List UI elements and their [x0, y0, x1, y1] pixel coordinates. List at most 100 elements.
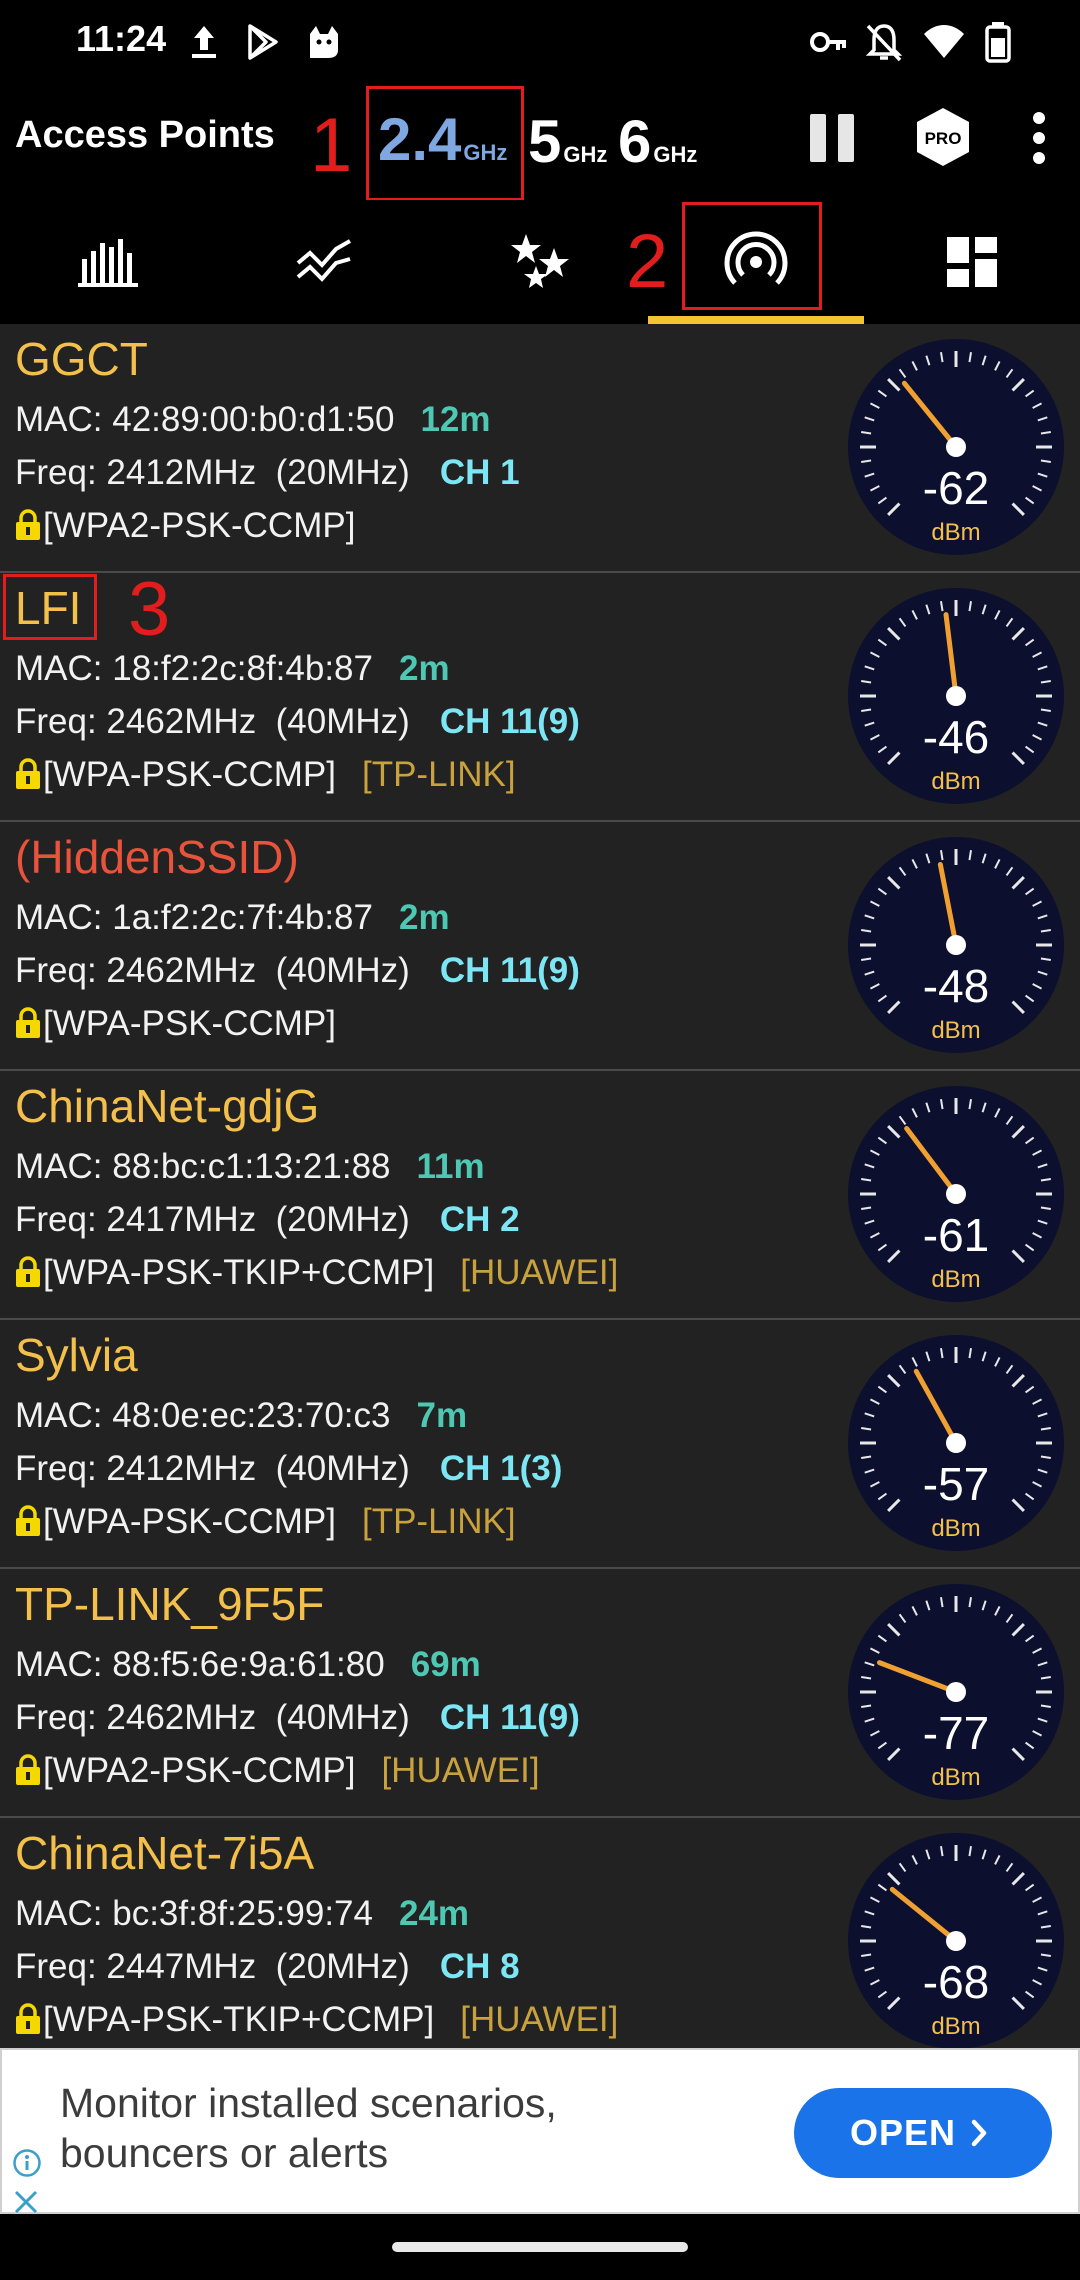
security-line: [WPA-PSK-CCMP] [TP-LINK]: [15, 755, 516, 795]
security-line: [WPA2-PSK-CCMP]: [15, 506, 355, 546]
signal-unit: dBm: [931, 1764, 980, 1791]
vendor: [HUAWEI]: [460, 2000, 619, 2039]
ad-open-button[interactable]: OPEN: [794, 2088, 1052, 2178]
channel: CH 11(9): [439, 951, 580, 990]
tab-bar: 2: [0, 200, 1080, 324]
frequency: Freq: 2412MHz (40MHz): [15, 1449, 410, 1488]
signal-value: -68: [923, 1956, 989, 2008]
mac-line: MAC: 48:0e:ec:23:70:c3 7m: [15, 1396, 467, 1436]
access-point-row[interactable]: ChinaNet-gdjG MAC: 88:bc:c1:13:21:88 11m Fr…: [0, 1071, 1080, 1320]
battery-icon: [976, 20, 1020, 64]
pro-badge[interactable]: PRO: [912, 106, 974, 173]
band-value: 6: [618, 108, 652, 175]
security: [WPA-PSK-TKIP+CCMP]: [43, 2000, 435, 2039]
tab-access-points[interactable]: [648, 200, 864, 324]
frequency: Freq: 2462MHz (40MHz): [15, 951, 410, 990]
frequency: Freq: 2447MHz (20MHz): [15, 1947, 410, 1986]
security-line: [WPA-PSK-CCMP]: [15, 1004, 336, 1044]
mac-address: MAC: 88:f5:6e:9a:61:80: [15, 1645, 385, 1684]
channel: CH 11(9): [439, 702, 580, 741]
annotation-marker-3: 3: [128, 567, 171, 652]
frequency: Freq: 2462MHz (40MHz): [15, 702, 410, 741]
mac-address: MAC: 88:bc:c1:13:21:88: [15, 1147, 391, 1186]
lock-icon: [16, 758, 40, 789]
gauge-hub: [946, 1931, 966, 1951]
channel: CH 11(9): [439, 1698, 580, 1737]
status-bar: 11:24: [0, 0, 1080, 88]
signal-value: -57: [923, 1458, 989, 1510]
tab-channel-rating[interactable]: [432, 200, 648, 324]
access-point-row[interactable]: (HiddenSSID) MAC: 1a:f2:2c:7f:4b:87 2m Freq…: [0, 822, 1080, 1071]
lock-icon: [16, 1505, 40, 1536]
mac-address: MAC: 1a:f2:2c:7f:4b:87: [15, 898, 373, 937]
access-point-row[interactable]: GGCT MAC: 42:89:00:b0:d1:50 12m Freq: 2412M…: [0, 324, 1080, 573]
signal-value: -61: [923, 1209, 989, 1261]
band-unit: GHz: [463, 140, 508, 165]
ad-open-label: OPEN: [849, 2112, 957, 2153]
info-icon[interactable]: [12, 2148, 42, 2183]
band-5ghz-button[interactable]: 5GHz: [528, 112, 607, 172]
signal-gauge: -57 dBm: [845, 1332, 1067, 1554]
vendor: [HUAWEI]: [460, 1253, 619, 1292]
pause-icon[interactable]: [804, 110, 860, 171]
chevron-right-icon: [971, 2119, 987, 2147]
security: [WPA-PSK-CCMP]: [43, 1004, 336, 1043]
ad-line-2: bouncers or alerts: [60, 2130, 389, 2176]
freq-line: Freq: 2412MHz (20MHz) CH 1: [15, 453, 520, 493]
mac-line: MAC: 42:89:00:b0:d1:50 12m: [15, 400, 491, 440]
band-unit: GHz: [563, 142, 608, 167]
freq-line: Freq: 2462MHz (40MHz) CH 11(9): [15, 1698, 580, 1738]
security: [WPA-PSK-CCMP]: [43, 755, 336, 794]
vpn-key-icon: [806, 20, 850, 64]
distance: 2m: [398, 649, 450, 688]
gauge-hub: [946, 1433, 966, 1453]
home-gesture-handle[interactable]: [392, 2242, 688, 2252]
signal-gauge: -77 dBm: [845, 1581, 1067, 1803]
more-vert-icon[interactable]: [1022, 110, 1056, 171]
status-time: 11:24: [76, 18, 167, 59]
ssid-label: ChinaNet-gdjG: [15, 1080, 320, 1132]
security-line: [WPA2-PSK-CCMP] [HUAWEI]: [15, 1751, 540, 1791]
freq-line: Freq: 2462MHz (40MHz) CH 11(9): [15, 702, 580, 742]
vendor: [HUAWEI]: [381, 1751, 540, 1790]
tab-dashboard[interactable]: [864, 200, 1080, 324]
security: [WPA-PSK-CCMP]: [43, 1502, 336, 1541]
signal-gauge: -48 dBm: [845, 834, 1067, 1056]
gauge-hub: [946, 437, 966, 457]
access-point-row[interactable]: TP-LINK_9F5F MAC: 88:f5:6e:9a:61:80 69m Fre…: [0, 1569, 1080, 1818]
ad-line-1: Monitor installed scenarios,: [60, 2080, 557, 2126]
lock-icon: [16, 509, 40, 540]
access-point-row[interactable]: Sylvia MAC: 48:0e:ec:23:70:c3 7m Freq: 2412…: [0, 1320, 1080, 1569]
upload-icon: [182, 20, 226, 64]
mac-address: MAC: 18:f2:2c:8f:4b:87: [15, 649, 373, 688]
app-title: Access Points: [15, 114, 275, 156]
security-line: [WPA-PSK-CCMP] [TP-LINK]: [15, 1502, 516, 1542]
security: [WPA2-PSK-CCMP]: [43, 506, 356, 545]
ssid-label: TP-LINK_9F5F: [15, 1578, 325, 1630]
mac-line: MAC: bc:3f:8f:25:99:74 24m: [15, 1894, 469, 1934]
tab-channel-graph[interactable]: [0, 200, 216, 324]
band-2-4ghz-button[interactable]: 2.4GHz: [378, 110, 507, 170]
band-6ghz-button[interactable]: 6GHz: [618, 112, 697, 172]
ssid-label: Sylvia: [15, 1329, 138, 1381]
ad-banner[interactable]: Monitor installed scenarios, bouncers or…: [0, 2048, 1080, 2214]
channel: CH 8: [439, 1947, 520, 1986]
channel: CH 1: [439, 453, 520, 492]
freq-line: Freq: 2417MHz (20MHz) CH 2: [15, 1200, 520, 1240]
signal-value: -62: [923, 462, 989, 514]
mac-address: MAC: 48:0e:ec:23:70:c3: [15, 1396, 391, 1435]
play-store-icon: [240, 20, 284, 64]
tab-time-graph[interactable]: [216, 200, 432, 324]
trend-graph-icon: [296, 239, 351, 282]
tab-indicator: [648, 316, 864, 324]
mac-line: MAC: 1a:f2:2c:7f:4b:87 2m: [15, 898, 450, 938]
mac-line: MAC: 88:f5:6e:9a:61:80 69m: [15, 1645, 481, 1685]
wifi-tethering-icon: [724, 231, 788, 285]
frequency: Freq: 2417MHz (20MHz): [15, 1200, 410, 1239]
access-point-row[interactable]: ChinaNet-7i5A MAC: bc:3f:8f:25:99:74 24m Fr…: [0, 1818, 1080, 2067]
vendor: [TP-LINK]: [361, 755, 516, 794]
signal-unit: dBm: [931, 1017, 980, 1044]
signal-value: -77: [923, 1707, 989, 1759]
freq-line: Freq: 2462MHz (40MHz) CH 11(9): [15, 951, 580, 991]
channel: CH 1(3): [439, 1449, 563, 1488]
